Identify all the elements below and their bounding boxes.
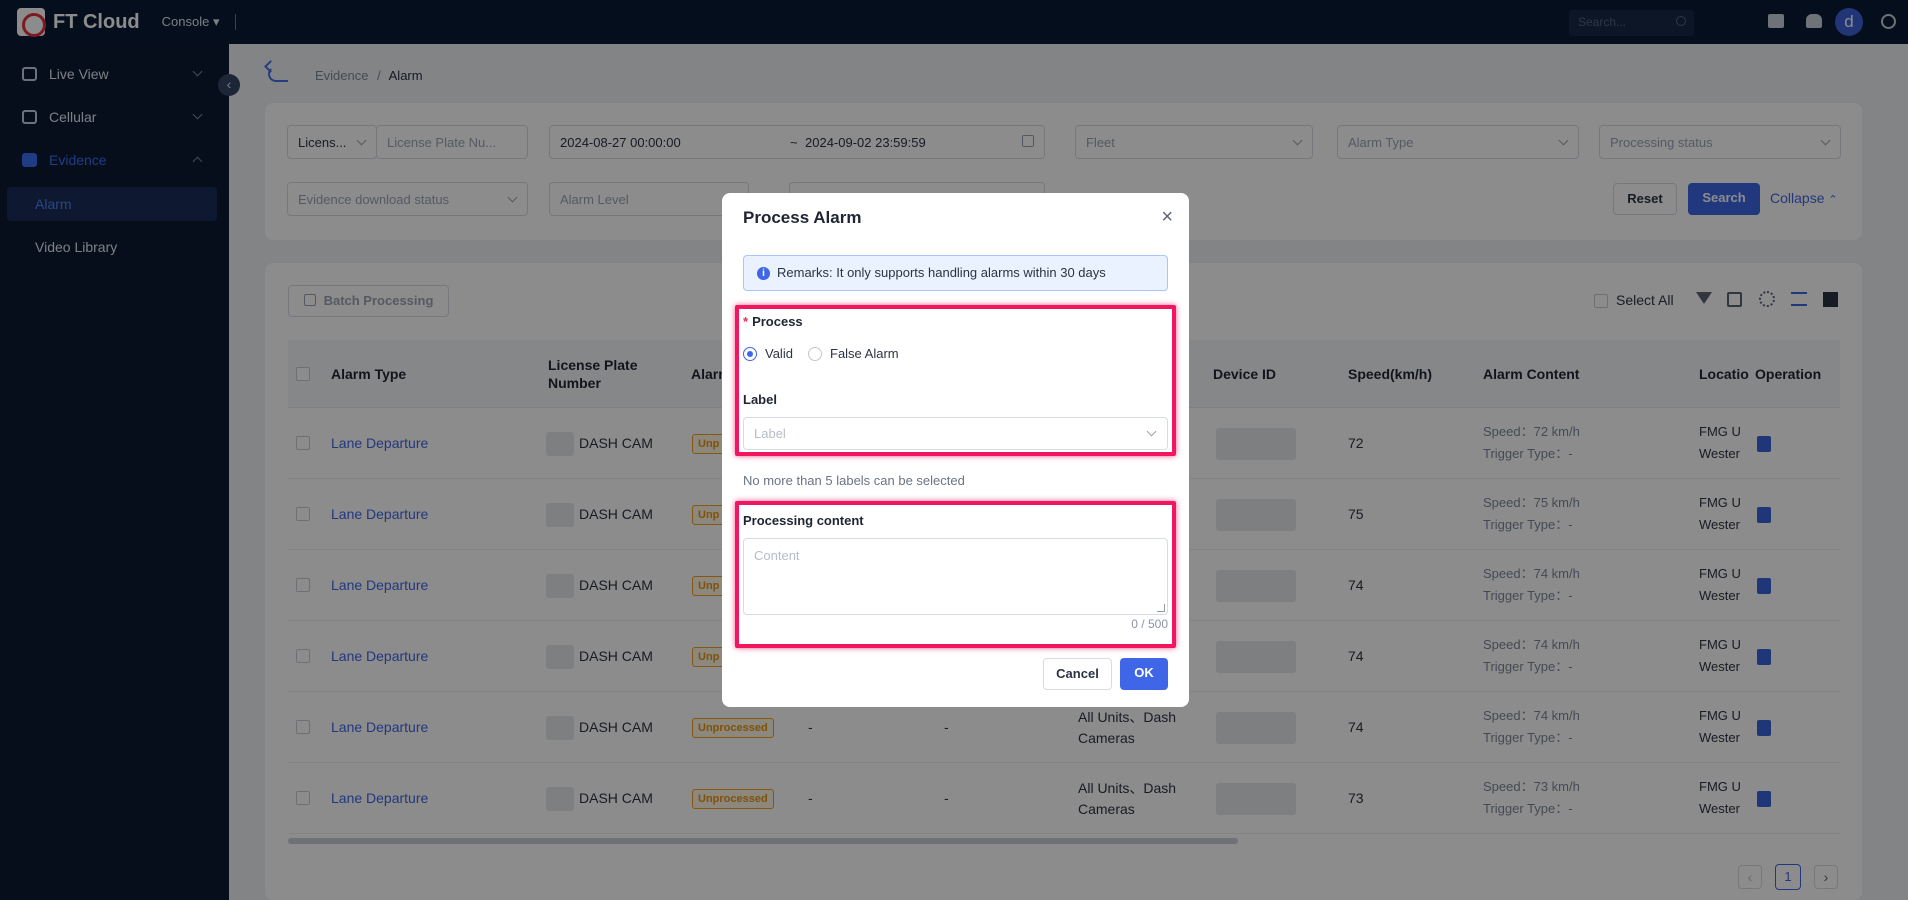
label-hint: No more than 5 labels can be selected bbox=[743, 473, 965, 488]
highlight-box-process-section bbox=[735, 305, 1176, 456]
close-icon[interactable]: × bbox=[1161, 207, 1173, 227]
ok-button[interactable]: OK bbox=[1120, 658, 1168, 690]
dialog-title: Process Alarm bbox=[743, 208, 862, 227]
info-icon: i bbox=[757, 267, 770, 280]
notice-text: Remarks: It only supports handling alarm… bbox=[777, 265, 1106, 280]
cancel-button[interactable]: Cancel bbox=[1043, 658, 1112, 690]
highlight-box-processing-content bbox=[735, 501, 1176, 648]
remarks-notice: i Remarks: It only supports handling ala… bbox=[743, 255, 1168, 291]
